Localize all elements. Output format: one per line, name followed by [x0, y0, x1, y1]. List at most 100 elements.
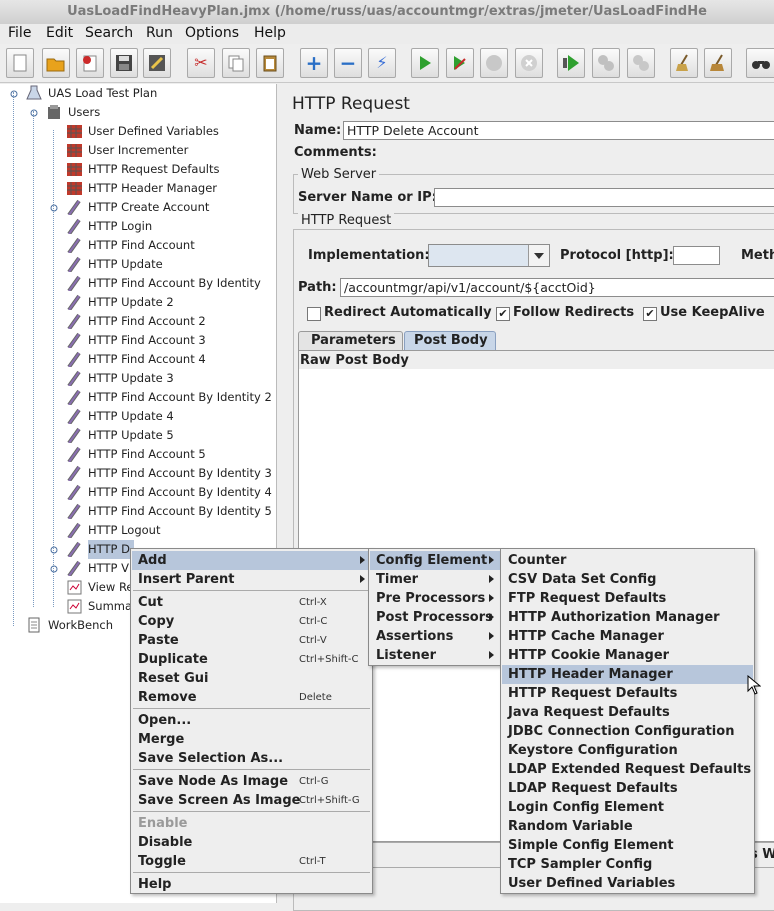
context-menu-item-help[interactable]: Help [132, 875, 371, 894]
tab-label: Parameters [311, 333, 396, 348]
context-menu-item-remove[interactable]: Remove Delete [132, 688, 371, 707]
config-submenu-item-keystore-configuration[interactable]: Keystore Configuration [502, 741, 753, 760]
stop-button[interactable] [480, 48, 508, 78]
config-submenu-item-http-cache-manager[interactable]: HTTP Cache Manager [502, 627, 753, 646]
add-submenu-item-assertions[interactable]: Assertions [370, 627, 500, 646]
open-button[interactable] [42, 48, 70, 78]
context-menu-item-insert-parent[interactable]: Insert Parent [132, 570, 371, 589]
context-menu-item-duplicate[interactable]: Duplicate Ctrl+Shift-C [132, 650, 371, 669]
config-submenu-item-login-config-element[interactable]: Login Config Element [502, 798, 753, 817]
start-button[interactable] [411, 48, 439, 78]
protocol-input[interactable] [673, 246, 720, 265]
remote-start-button[interactable] [557, 48, 585, 78]
context-menu-item-save-node-as-image[interactable]: Save Node As Image Ctrl-G [132, 772, 371, 791]
context-menu-item-cut[interactable]: Cut Ctrl-X [132, 593, 371, 612]
context-menu-item-toggle[interactable]: Toggle Ctrl-T [132, 852, 371, 871]
config-submenu-item-jdbc-connection-configuration[interactable]: JDBC Connection Configuration [502, 722, 753, 741]
shutdown-button[interactable] [515, 48, 543, 78]
tree-node-label: HTTP Find Account By Identity 5 [88, 504, 272, 518]
config-submenu-item-ldap-extended-request-defaults[interactable]: LDAP Extended Request Defaults [502, 760, 753, 779]
context-menu-item-copy[interactable]: Copy Ctrl-C [132, 612, 371, 631]
search-button[interactable] [746, 48, 774, 78]
menu-search[interactable]: Search [85, 25, 133, 41]
remote-shutdown-button[interactable] [627, 48, 655, 78]
clear-button[interactable] [670, 48, 698, 78]
menu-shortcut: Ctrl-T [299, 856, 326, 867]
menu-file[interactable]: File [8, 25, 31, 41]
tree-expand-icon[interactable] [49, 541, 65, 557]
expand-all-button[interactable]: + [300, 48, 328, 78]
remote-stop-button[interactable] [592, 48, 620, 78]
config-submenu-item-http-authorization-manager[interactable]: HTTP Authorization Manager [502, 608, 753, 627]
add-submenu-item-listener[interactable]: Listener [370, 646, 500, 665]
server-input[interactable] [434, 188, 774, 207]
config-submenu-item-http-header-manager[interactable]: HTTP Header Manager [502, 665, 753, 684]
paste-button[interactable] [256, 48, 284, 78]
edit-document-icon [147, 53, 167, 73]
config-submenu-item-ftp-request-defaults[interactable]: FTP Request Defaults [502, 589, 753, 608]
menu-item-label: LDAP Extended Request Defaults [508, 762, 752, 777]
cut-button[interactable]: ✂ [187, 48, 215, 78]
context-menu-item-merge[interactable]: Merge [132, 730, 371, 749]
tree-node-label: HTTP Find Account By Identity 4 [88, 485, 272, 499]
config-submenu-item-random-variable[interactable]: Random Variable [502, 817, 753, 836]
tab-parameters[interactable]: Parameters [298, 331, 403, 351]
config-submenu-item-user-defined-variables[interactable]: User Defined Variables [502, 874, 753, 893]
implementation-select[interactable] [428, 244, 550, 267]
save-as-button[interactable] [143, 48, 171, 78]
menu-options[interactable]: Options [185, 25, 239, 41]
add-submenu-item-config-element[interactable]: Config Element [370, 551, 500, 570]
tab-post-body[interactable]: Post Body [404, 331, 496, 351]
config-element-icon [67, 144, 82, 157]
config-submenu-item-http-cookie-manager[interactable]: HTTP Cookie Manager [502, 646, 753, 665]
menu-help[interactable]: Help [254, 25, 286, 41]
name-input[interactable]: HTTP Delete Account [343, 121, 774, 140]
tree-expand-icon[interactable] [26, 104, 42, 120]
config-submenu-item-ldap-request-defaults[interactable]: LDAP Request Defaults [502, 779, 753, 798]
tree-expand-icon[interactable] [6, 85, 22, 101]
server-label: Server Name or IP: [298, 190, 437, 205]
start-no-pauses-button[interactable] [446, 48, 474, 78]
add-submenu-item-post-processors[interactable]: Post Processors [370, 608, 500, 627]
config-submenu-item-simple-config-element[interactable]: Simple Config Element [502, 836, 753, 855]
config-submenu-item-java-request-defaults[interactable]: Java Request Defaults [502, 703, 753, 722]
follow-redirects-checkbox[interactable]: ✔ [496, 307, 510, 321]
menu-item-label: HTTP Request Defaults [508, 686, 678, 701]
redirect-automatically-checkbox[interactable] [307, 307, 321, 321]
config-submenu-item-csv-data-set-config[interactable]: CSV Data Set Config [502, 570, 753, 589]
menu-item-label: Config Element [376, 553, 488, 568]
menu-run[interactable]: Run [146, 25, 173, 41]
toggle-icon: ⚡ [376, 53, 388, 72]
tree-node-label: HTTP Find Account 2 [88, 314, 206, 328]
save-button[interactable] [110, 48, 138, 78]
add-submenu-item-timer[interactable]: Timer [370, 570, 500, 589]
collapse-all-button[interactable]: − [334, 48, 362, 78]
tree-node-label: HTTP Update 2 [88, 295, 174, 309]
context-menu-item-save-selection-as[interactable]: Save Selection As... [132, 749, 371, 768]
config-submenu-item-http-request-defaults[interactable]: HTTP Request Defaults [502, 684, 753, 703]
web-server-legend: Web Server [298, 167, 380, 182]
context-menu-item-paste[interactable]: Paste Ctrl-V [132, 631, 371, 650]
tree-expand-icon[interactable] [49, 560, 65, 576]
menu-bar: File Edit Search Run Options Help [0, 24, 774, 44]
clear-all-button[interactable] [704, 48, 732, 78]
new-button[interactable] [6, 48, 34, 78]
context-menu-item-add[interactable]: Add [132, 551, 371, 570]
config-element-icon [67, 125, 82, 138]
menu-separator [133, 872, 370, 873]
tree-expand-icon[interactable] [49, 199, 65, 215]
config-submenu-item-counter[interactable]: Counter [502, 551, 753, 570]
menu-edit[interactable]: Edit [46, 25, 73, 41]
context-menu-item-open[interactable]: Open... [132, 711, 371, 730]
close-button[interactable] [76, 48, 104, 78]
copy-button[interactable] [222, 48, 250, 78]
use-keepalive-checkbox[interactable]: ✔ [643, 307, 657, 321]
context-menu-item-disable[interactable]: Disable [132, 833, 371, 852]
add-submenu-item-pre-processors[interactable]: Pre Processors [370, 589, 500, 608]
toggle-button[interactable]: ⚡ [368, 48, 396, 78]
context-menu-item-reset-gui[interactable]: Reset Gui [132, 669, 371, 688]
context-menu-item-save-screen-as-image[interactable]: Save Screen As Image Ctrl+Shift-G [132, 791, 371, 810]
menu-item-label: TCP Sampler Config [508, 857, 653, 872]
config-submenu-item-tcp-sampler-config[interactable]: TCP Sampler Config [502, 855, 753, 874]
path-input[interactable]: /accountmgr/api/v1/account/${acctOid} [340, 278, 774, 297]
